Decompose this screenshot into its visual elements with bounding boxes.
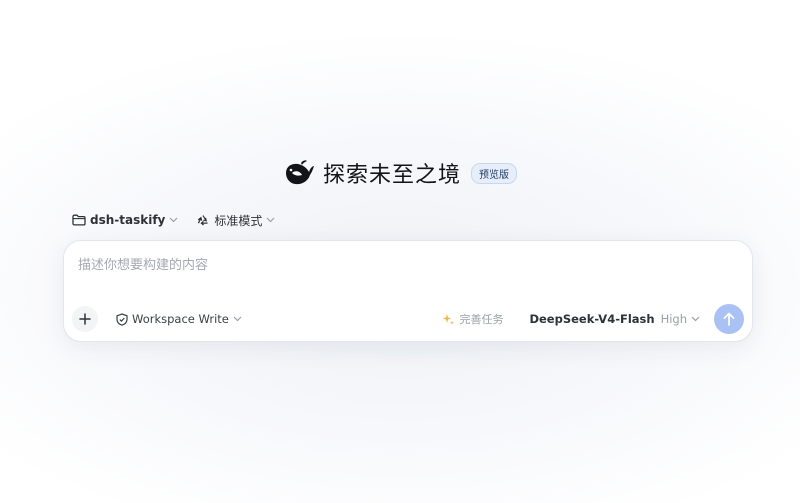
refine-task-button[interactable]: 完善任务	[442, 311, 503, 327]
permission-selector[interactable]: Workspace Write	[116, 312, 242, 326]
mode-name: 标准模式	[214, 213, 263, 228]
send-button[interactable]	[714, 304, 744, 334]
add-attachment-button[interactable]	[72, 306, 98, 332]
hero-header: 探索未至之境 预览版	[0, 155, 800, 191]
plus-icon	[79, 313, 91, 325]
model-name: DeepSeek-V4-Flash	[529, 312, 655, 326]
model-level: High	[660, 312, 687, 326]
chevron-down-icon	[233, 316, 242, 322]
sparkle-icon	[442, 313, 455, 325]
folder-icon	[72, 214, 86, 226]
permission-label: Workspace Write	[132, 312, 229, 326]
hero-title: 探索未至之境	[322, 163, 461, 188]
recycle-icon	[198, 214, 209, 225]
mode-selector[interactable]: 标准模式	[196, 212, 275, 229]
project-name: dsh-taskify	[90, 213, 166, 227]
context-selectors: dsh-taskify 标准模式	[72, 210, 275, 230]
arrow-up-icon	[723, 312, 735, 326]
model-selector[interactable]: DeepSeek-V4-Flash High	[529, 312, 700, 326]
chevron-down-icon	[266, 217, 275, 223]
refine-task-label: 完善任务	[459, 313, 504, 326]
prompt-input[interactable]	[78, 253, 738, 277]
composer-toolbar: Workspace Write 完善任务 DeepSeek-V4-Flash H…	[72, 304, 744, 334]
project-selector[interactable]: dsh-taskify	[72, 213, 178, 227]
chevron-down-icon	[691, 316, 700, 322]
shield-icon	[116, 312, 128, 326]
preview-badge: 预览版	[471, 162, 517, 184]
deepseek-whale-icon	[285, 160, 314, 185]
prompt-composer: Workspace Write 完善任务 DeepSeek-V4-Flash H…	[63, 240, 753, 342]
chevron-down-icon	[169, 217, 178, 223]
